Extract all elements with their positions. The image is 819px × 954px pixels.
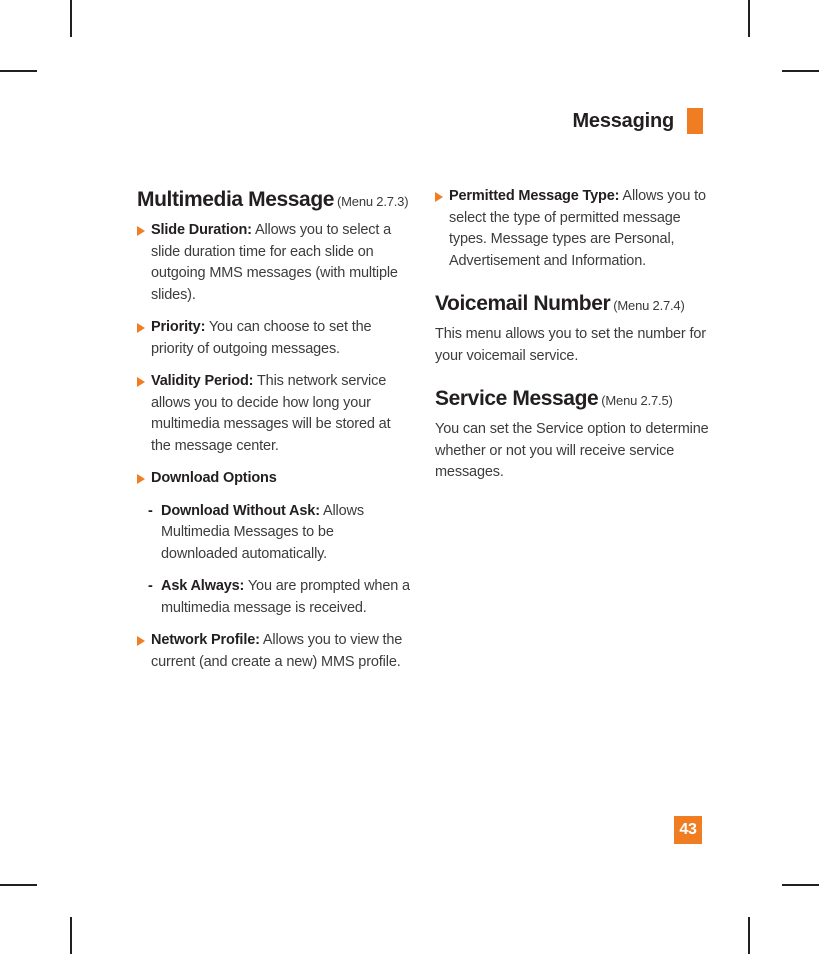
left-column: Multimedia Message (Menu 2.7.3) Slide Dur… [137,186,412,684]
section-menu-reference: (Menu 2.7.5) [601,393,673,409]
list-item-lead: Validity Period: [151,373,254,390]
crop-mark-bottom-left-vertical [70,917,72,954]
crop-mark-bottom-right-vertical [748,917,750,954]
list-item: Permitted Message Type: Allows you to se… [435,186,710,272]
triangle-bullet-icon [137,323,145,334]
list-item-lead: Network Profile: [151,632,260,649]
list-item-lead: Slide Duration: [151,222,252,239]
triangle-bullet-icon [137,377,145,388]
triangle-bullet-icon [137,636,145,647]
sub-list-item: - Download Without Ask: Allows Multimedi… [137,501,412,566]
list-item-lead: Permitted Message Type: [449,188,620,204]
section-title: Multimedia Message [137,188,335,211]
crop-mark-top-left-vertical [70,0,72,37]
crop-mark-top-right-horizontal [782,70,819,72]
section-heading-voicemail-number: Voicemail Number (Menu 2.7.4) [435,290,710,315]
sub-list-item-lead: Ask Always: [161,578,245,595]
running-header: Messaging [0,108,703,134]
dash-bullet-icon: - [148,502,153,519]
crop-mark-bottom-left-horizontal [0,884,37,886]
crop-mark-top-left-horizontal [0,70,37,72]
list-item: Priority: You can choose to set the prio… [137,317,412,360]
section-heading-service-message: Service Message (Menu 2.7.5) [435,385,710,410]
section-body-service-message: You can set the Service option to determ… [435,421,709,481]
section-tab-marker [687,108,703,134]
section-title: Service Message [435,387,599,411]
right-column: Permitted Message Type: Allows you to se… [435,186,710,684]
sub-list-item: - Ask Always: You are prompted when a mu… [137,576,412,619]
section-title: Voicemail Number [435,292,611,315]
triangle-bullet-icon [137,226,145,237]
list-item: Network Profile: Allows you to view the … [137,630,412,673]
triangle-bullet-icon [435,192,443,202]
list-item: Download Options [137,468,412,490]
section-menu-reference: (Menu 2.7.3) [337,194,409,209]
list-item-lead: Download Options [151,470,277,487]
list-item: Validity Period: This network service al… [137,371,412,457]
section-menu-reference: (Menu 2.7.4) [613,298,685,313]
page-body: Multimedia Message (Menu 2.7.3) Slide Dur… [137,186,715,684]
crop-mark-top-right-vertical [748,0,750,37]
triangle-bullet-icon [137,474,145,485]
section-body-voicemail-number: This menu allows you to set the number f… [435,326,706,364]
list-item-lead: Priority: [151,319,206,336]
section-heading-multimedia-message: Multimedia Message (Menu 2.7.3) [137,186,412,211]
sub-list-item-lead: Download Without Ask: [161,502,320,519]
running-header-title: Messaging [572,110,674,132]
crop-mark-bottom-right-horizontal [782,884,819,886]
dash-bullet-icon: - [148,578,153,595]
list-item: Slide Duration: Allows you to select a s… [137,220,412,306]
page-number-badge: 43 [674,816,702,844]
